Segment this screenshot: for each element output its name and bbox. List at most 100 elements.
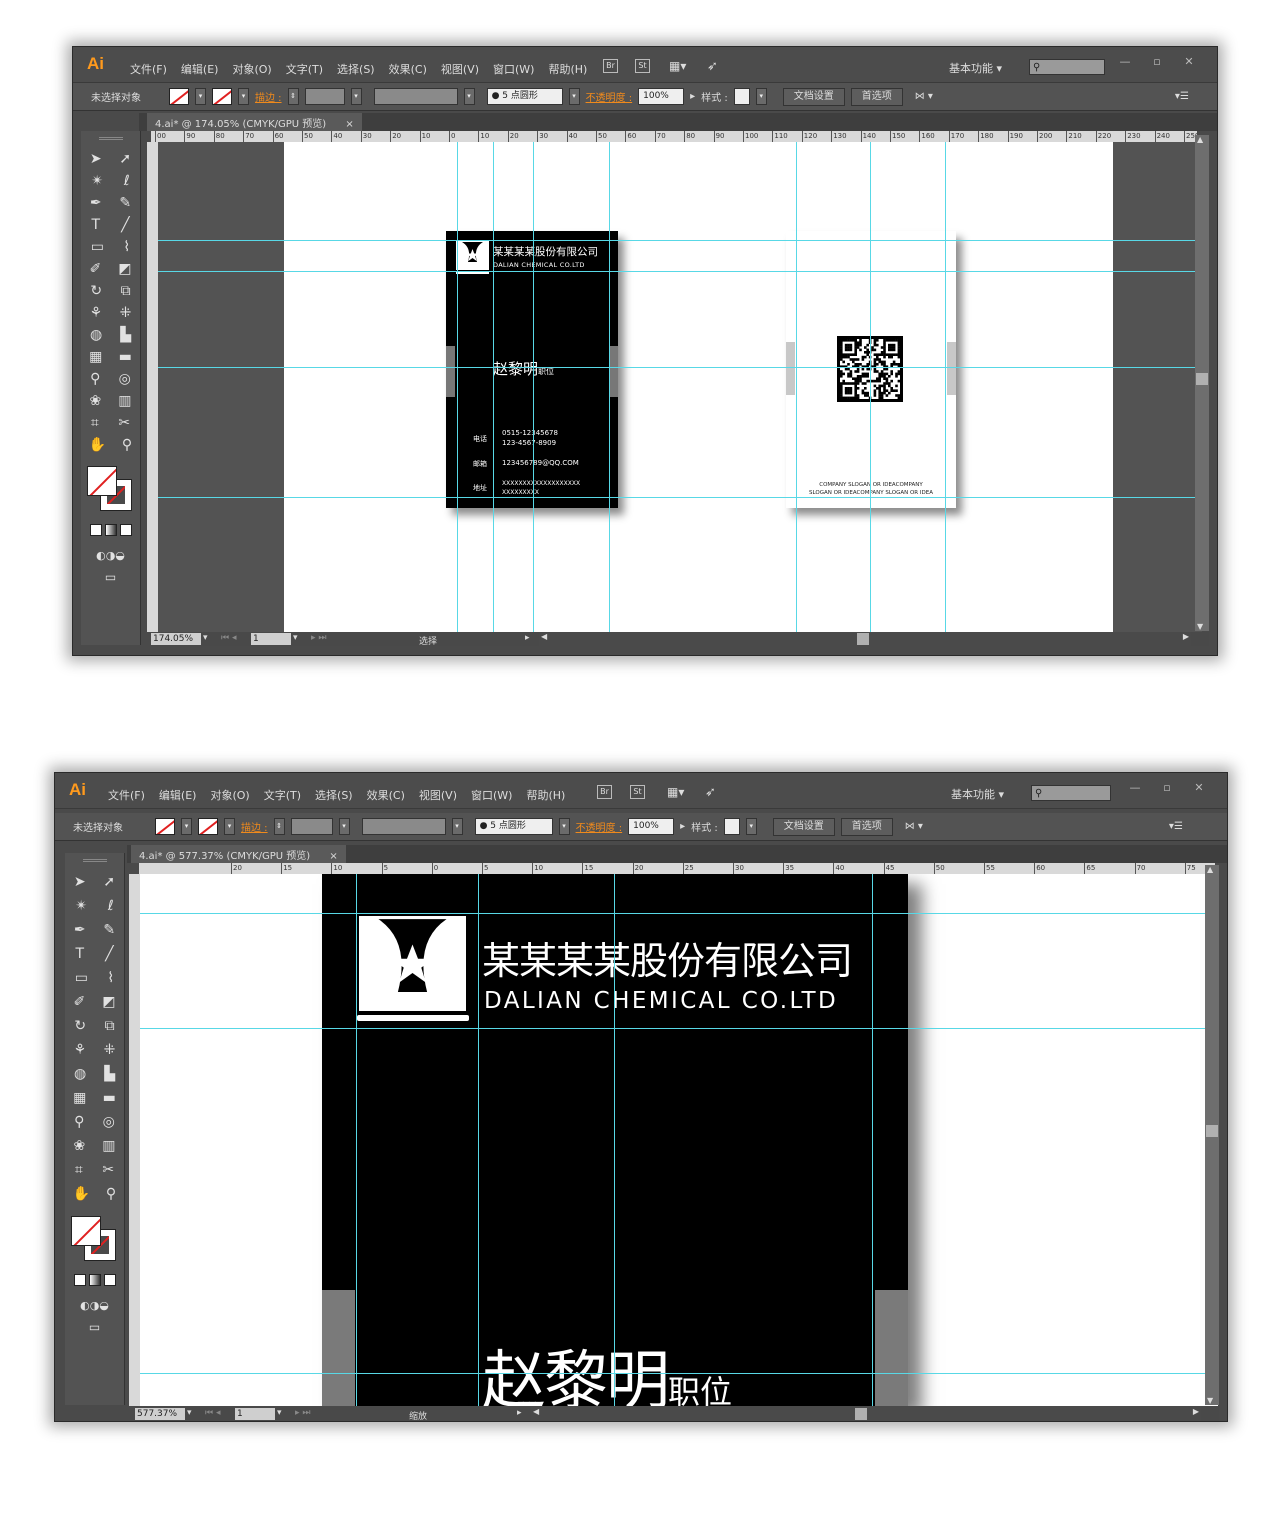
variable-width-dropdown-icon[interactable]: ▾	[451, 818, 463, 835]
scroll-left-icon[interactable]: ◀	[533, 1407, 539, 1416]
curvature-tool-icon[interactable]: ✎	[103, 922, 115, 938]
brush-field[interactable]: ● 5 点圆形	[474, 818, 553, 835]
minimize-icon[interactable]: —	[1113, 55, 1137, 68]
zoom-tool-icon[interactable]: ⚲	[106, 1186, 116, 1202]
business-card-front[interactable]: 某某某某股份有限公司 DALIAN CHEMICAL CO.LTD 赵黎明职位 …	[446, 231, 618, 508]
arrange-documents-icon[interactable]: ▦▾	[667, 785, 684, 799]
color-mode-icon[interactable]	[89, 524, 102, 536]
free-transform-tool-icon[interactable]: ⁜	[104, 1042, 116, 1058]
rectangle-tool-icon[interactable]: ▭	[91, 239, 104, 255]
align-icon[interactable]: ⋈ ▾	[915, 91, 933, 102]
guide-vertical[interactable]	[609, 142, 610, 632]
brush-field[interactable]: ● 5 点圆形	[486, 88, 563, 105]
column-graph-tool-icon[interactable]: ▥	[102, 1138, 115, 1154]
guide-vertical[interactable]	[356, 874, 357, 1406]
close-icon[interactable]: ✕	[1187, 781, 1211, 794]
workspace-switcher[interactable]: 基本功能 ▾	[949, 60, 1002, 76]
menu-select[interactable]: 选择(S)	[330, 61, 382, 77]
gradient-mode-icon[interactable]	[88, 1274, 101, 1286]
bridge-button[interactable]: Br	[603, 59, 618, 73]
panel-menu-icon[interactable]: ▾☰	[1175, 91, 1189, 102]
opacity-arrow-icon[interactable]: ▸	[680, 821, 685, 832]
rectangle-tool-icon[interactable]: ▭	[75, 970, 88, 986]
zoom-field[interactable]: 174.05%	[151, 633, 201, 645]
brush-dropdown-icon[interactable]: ▾	[558, 818, 570, 835]
search-input[interactable]: ⚲	[1029, 59, 1105, 75]
variable-width-field[interactable]	[373, 88, 458, 105]
stroke-weight-dropdown-icon[interactable]: ▾	[338, 818, 350, 835]
fill-dropdown-icon[interactable]: ▾	[181, 818, 192, 835]
none-mode-icon[interactable]	[119, 524, 132, 536]
fill-swatch[interactable]	[169, 88, 189, 105]
menu-window[interactable]: 窗口(W)	[486, 61, 541, 77]
scroll-down-icon[interactable]: ▼	[1207, 1396, 1213, 1405]
first-artboard-icon[interactable]: ⏮ ◂	[205, 1408, 220, 1418]
align-icon[interactable]: ⋈ ▾	[905, 821, 923, 832]
type-tool-icon[interactable]: T	[92, 217, 101, 233]
blob-brush-tool-icon[interactable]: ✐	[74, 994, 86, 1010]
menu-select[interactable]: 选择(S)	[308, 787, 360, 803]
zoom-dropdown-icon[interactable]: ▾	[203, 633, 208, 643]
variable-width-field[interactable]	[361, 818, 446, 835]
menu-object[interactable]: 对象(O)	[203, 787, 256, 803]
stroke-weight-dropdown-icon[interactable]: ▾	[350, 88, 362, 105]
menu-object[interactable]: 对象(O)	[225, 61, 278, 77]
menu-help[interactable]: 帮助(H)	[519, 787, 572, 803]
scroll-right-icon[interactable]: ▶	[1193, 1407, 1199, 1416]
menu-file[interactable]: 文件(F)	[101, 787, 152, 803]
guide-vertical[interactable]	[945, 142, 946, 632]
eraser-tool-icon[interactable]: ◩	[118, 261, 131, 277]
gpu-rocket-icon[interactable]: ➶	[707, 59, 718, 74]
document-tab[interactable]: 4.ai* @ 174.05% (CMYK/GPU 预览) ×	[147, 113, 362, 131]
opacity-label[interactable]: 不透明度 :	[576, 819, 623, 834]
stroke-weight-field[interactable]	[304, 88, 345, 105]
maximize-icon[interactable]: ▫	[1155, 781, 1179, 794]
guide-horizontal[interactable]	[140, 1373, 1218, 1374]
rotate-tool-icon[interactable]: ↻	[90, 283, 102, 299]
tab-close-icon[interactable]: ×	[329, 851, 337, 862]
scroll-up-icon[interactable]: ▲	[1197, 135, 1203, 144]
horizontal-scroll-thumb[interactable]	[855, 1408, 867, 1420]
column-graph-tool-icon[interactable]: ▥	[118, 393, 131, 409]
menu-view[interactable]: 视图(V)	[434, 61, 486, 77]
stock-button[interactable]: St	[630, 785, 645, 799]
scroll-right-icon[interactable]: ▶	[1183, 632, 1189, 641]
brush-dropdown-icon[interactable]: ▾	[568, 88, 580, 105]
status-menu-icon[interactable]: ▸	[517, 1408, 522, 1418]
vertical-scroll-thumb[interactable]	[1206, 1125, 1218, 1137]
stroke-label[interactable]: 描边 :	[255, 89, 282, 104]
stroke-dropdown-icon[interactable]: ▾	[224, 818, 235, 835]
document-setup-button[interactable]: 文档设置	[782, 87, 845, 106]
artboard[interactable]: 某某某某股份有限公司 DALIAN CHEMICAL CO.LTD 赵黎明职位 …	[284, 142, 1113, 632]
width-tool-icon[interactable]: ⚘	[90, 305, 103, 321]
artboard-dropdown-icon[interactable]: ▾	[277, 1408, 282, 1418]
lasso-tool-icon[interactable]: ℓ	[124, 173, 130, 189]
menu-help[interactable]: 帮助(H)	[541, 61, 594, 77]
menu-edit[interactable]: 编辑(E)	[174, 61, 226, 77]
style-swatch[interactable]	[723, 818, 740, 835]
menu-view[interactable]: 视图(V)	[412, 787, 464, 803]
direct-selection-tool-icon[interactable]: ➚	[119, 151, 131, 167]
guide-vertical[interactable]	[533, 142, 534, 632]
guide-vertical[interactable]	[796, 142, 797, 632]
minimize-icon[interactable]: —	[1123, 781, 1147, 794]
close-icon[interactable]: ✕	[1177, 55, 1201, 68]
style-dropdown-icon[interactable]: ▾	[755, 88, 767, 105]
stroke-swatch[interactable]	[212, 88, 232, 105]
eraser-tool-icon[interactable]: ◩	[102, 994, 115, 1010]
paintbrush-tool-icon[interactable]: ⌇	[107, 970, 114, 986]
document-tab[interactable]: 4.ai* @ 577.37% (CMYK/GPU 预览) ×	[131, 845, 346, 863]
slice-tool-icon[interactable]: ✂	[102, 1162, 114, 1178]
pen-tool-icon[interactable]: ✒	[74, 922, 86, 938]
opacity-label[interactable]: 不透明度 :	[586, 89, 633, 104]
gradient-mode-icon[interactable]	[104, 524, 117, 536]
guide-horizontal[interactable]	[158, 240, 1202, 241]
stroke-dropdown-icon[interactable]: ▾	[238, 88, 249, 105]
arrange-documents-icon[interactable]: ▦▾	[669, 59, 686, 73]
menu-file[interactable]: 文件(F)	[123, 61, 174, 77]
menu-type[interactable]: 文字(T)	[279, 61, 330, 77]
business-card-front-zoomed[interactable]: 某某某某股份有限公司 DALIAN CHEMICAL CO.LTD 赵黎明职位	[322, 874, 908, 1406]
vertical-scrollbar[interactable]: ▲ ▼	[1205, 865, 1219, 1405]
business-card-back[interactable]: COMPANY SLOGAN OR IDEACOMPANY SLOGAN OR I…	[786, 231, 956, 508]
guide-vertical[interactable]	[478, 874, 479, 1406]
